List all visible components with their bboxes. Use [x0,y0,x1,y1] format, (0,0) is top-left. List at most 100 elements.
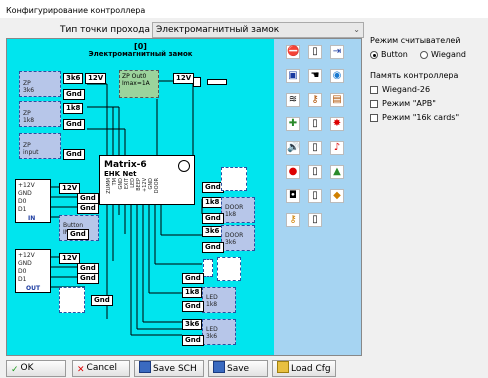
component-palette[interactable]: ⛔ ▯ ⇥ ▣ ☚ ◉ ≋ ⚷ ▤ ✚ ▯ ✸ 🔊 ▯ ♪ ● ▯ ▲ ◘ ▯ … [274,39,361,355]
zp-1k8-box[interactable]: ZP 1k8 [19,101,61,127]
camera-icon[interactable]: ◘ [286,189,300,203]
checkbox-box[interactable] [370,100,378,108]
card-icon[interactable]: ▤ [330,93,344,107]
no-entry-icon[interactable] [217,257,241,281]
shield-icon[interactable]: ✚ [286,117,300,131]
gnd-label: Gnd [77,273,99,284]
zp-3k6-box[interactable]: ZP 3k6 [19,71,61,97]
ok-button[interactable]: ✓ OK [6,360,66,377]
controller-pin: DOOR [154,178,160,194]
checkbox-box[interactable] [370,114,378,122]
led-label: LED [206,294,218,301]
key-icon[interactable]: ⚷ [308,93,322,107]
button-radio-label[interactable]: Button [381,50,408,59]
door-icon[interactable]: ▯ [308,213,322,227]
exit-person-icon[interactable]: ⇥ [330,45,344,59]
key-small-icon[interactable]: ⚷ [286,213,300,227]
led-3k6-value: 3k6 [206,333,218,340]
zp-input-value: input [23,149,39,156]
door-icon[interactable]: ▯ [308,165,322,179]
save-icon [213,361,225,373]
reader-icon[interactable]: ▣ [286,69,300,83]
gnd-label: Gnd [63,149,85,160]
reader-in[interactable]: +12V GND D0 D1 IN [15,179,51,223]
wiegand26-checkbox[interactable]: Wiegand-26 [370,85,488,97]
door-1k8-value: 1k8 [225,211,237,218]
button-label: Button [63,222,84,229]
led-3k6-box[interactable]: LED 3k6 [202,319,236,345]
checkbox-box[interactable] [370,86,378,94]
apb-label[interactable]: Режим "APB" [382,99,436,108]
reader-in-pin-12v: +12V [18,182,35,189]
16k-cards-label[interactable]: Режим "16k cards" [382,113,459,122]
door-1k8-box[interactable]: DOOR 1k8 [221,197,255,223]
wires-icon[interactable]: ≋ [286,93,300,107]
button-radio[interactable] [370,51,378,59]
resistor-3k6: 3k6 [63,73,84,84]
16k-cards-checkbox[interactable]: Режим "16k cards" [370,113,488,125]
memory-title: Память контроллера [370,71,459,80]
wiegand-radio[interactable] [420,51,428,59]
config-window: Конфигурирование контроллера Тип точки п… [0,0,488,378]
resistor-3k6-door: 3k6 [202,226,223,237]
resistor-3k6-led: 3k6 [182,319,203,330]
load-cfg-button[interactable]: Load Cfg [272,360,336,377]
alarm-icon[interactable]: ✸ [330,117,344,131]
reader-in-pin-d0: D0 [18,198,27,205]
bell-icon[interactable]: ♪ [330,141,344,155]
reader-in-pin-d1: D1 [18,206,27,213]
speaker-icon[interactable]: 🔊 [286,141,300,155]
electromagnet-icon [207,79,227,85]
no-entry-icon[interactable]: ⛔ [286,45,300,59]
exit-person-icon[interactable] [59,287,85,313]
door-icon[interactable]: ▯ [308,189,322,203]
door-icon[interactable]: ▯ [308,117,322,131]
wiegand26-label[interactable]: Wiegand-26 [382,85,430,94]
cancel-button[interactable]: ✕ Cancel [72,360,130,377]
led-label: LED [206,326,218,333]
reader-out-label: OUT [26,285,41,292]
controller-block[interactable]: Matrix-6 EHK Net ZUMM TM GND EXIT LED BEEP +12… [99,155,195,205]
hand-icon[interactable]: ☚ [308,69,322,83]
settings-panel: Режим считывателей Button Wiegand Память… [370,36,488,125]
apb-checkbox[interactable]: Режим "APB" [370,99,488,111]
wiegand-radio-label[interactable]: Wiegand [431,50,466,59]
door-icon[interactable] [221,167,247,191]
door-3k6-box[interactable]: DOOR 3k6 [221,225,255,251]
chevron-down-icon: ⌄ [353,25,360,34]
reader-in-label: IN [28,215,36,222]
door-icon[interactable]: ▯ [308,141,322,155]
lock-icon [193,77,201,87]
cancel-label: Cancel [86,363,118,373]
wiring-diagram[interactable]: [0] Электромагнитный замок ZP 3k6 3k6 Gn… [6,38,362,356]
gnd-label: Gnd [63,119,85,130]
lock-icon[interactable]: ◉ [330,69,344,83]
zp-out-box[interactable]: ZP Out0 Imax=1A [119,70,159,98]
save-sch-button[interactable]: Save SCH [134,360,204,377]
button-bar: ✓OK ✕Cancel Save SCH Save Cfg Load Cfg [0,358,488,378]
gnd-label: Gnd [202,242,224,253]
window-title: Конфигурирование контроллера [0,0,488,18]
door-label: DOOR [225,232,244,239]
shield-icon[interactable]: ◆ [330,189,344,203]
folder-icon [277,361,289,373]
controller-sub: EHK Net [104,170,137,178]
reader-out-pin-d0: D0 [18,268,27,275]
passage-type-value: Электромагнитный замок [156,25,280,35]
reader-out-pin-gnd: GND [18,260,32,267]
led-1k8-box[interactable]: LED 1k8 [202,287,236,313]
zp-3k6-value: 3k6 [23,87,35,94]
reader-out[interactable]: +12V GND D0 D1 OUT [15,249,51,293]
gnd-label: Gnd [91,295,113,306]
stop-icon[interactable]: ● [286,165,300,179]
diagram-name: Электромагнитный замок [88,50,193,58]
load-cfg-label: Load Cfg [291,364,331,374]
gnd-label: Gnd [182,273,204,284]
save-cfg-button[interactable]: Save Cfg [208,360,268,377]
door-open-icon[interactable]: ▯ [308,45,322,59]
zp-input-box[interactable]: ZP input [19,133,61,159]
light-icon[interactable]: ▲ [330,165,344,179]
gnd-label: Gnd [182,301,204,312]
passage-type-select[interactable]: Электромагнитный замок ⌄ [152,22,364,38]
gnd-label: Gnd [202,213,224,224]
